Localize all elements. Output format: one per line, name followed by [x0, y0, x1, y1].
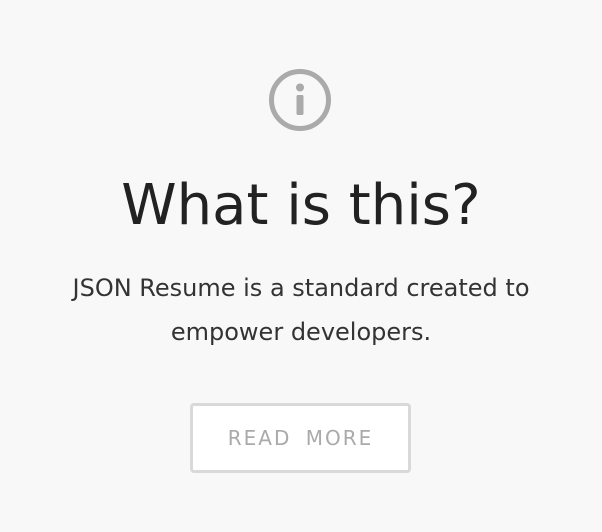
- section-description: JSON Resume is a standard created to emp…: [72, 274, 530, 346]
- what-is-this-section: What is this? JSON Resume is a standard …: [0, 0, 602, 532]
- section-title: What is this?: [121, 173, 481, 238]
- read-more-button[interactable]: READ MORE: [190, 403, 411, 473]
- info-circle-icon: [269, 69, 331, 131]
